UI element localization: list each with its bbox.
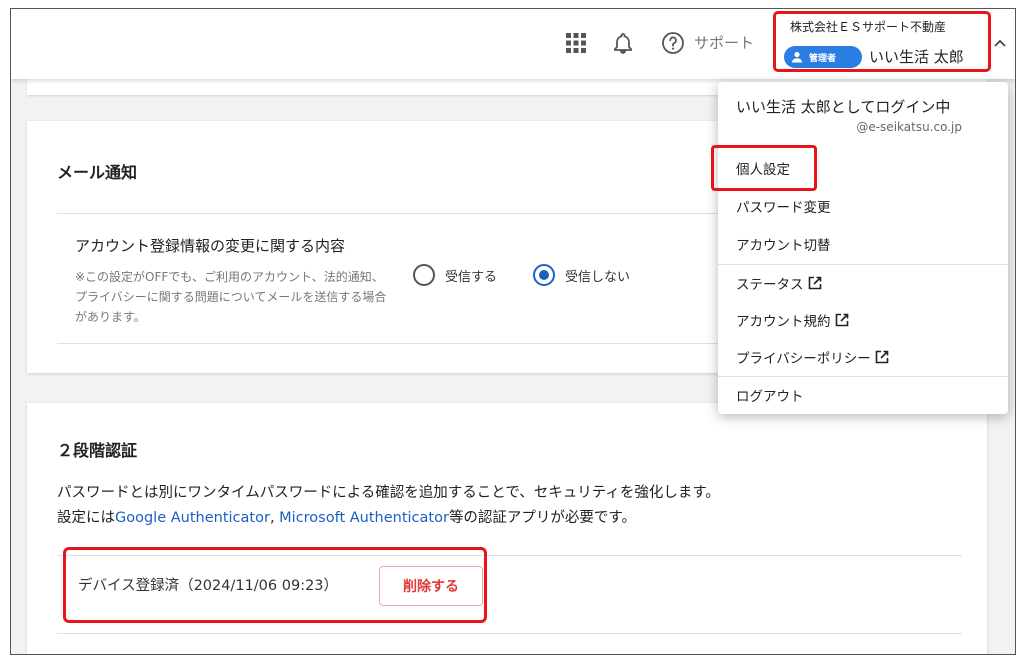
chevron-up-icon[interactable] — [993, 36, 1007, 50]
device-registered-status: デバイス登録済（2024/11/06 09:23） — [78, 578, 339, 594]
company-name: 株式会社ＥＳサポート不動産 — [790, 20, 947, 34]
description-separator: , — [269, 510, 280, 526]
app-window: サポート 株式会社ＥＳサポート不動産 管理者 いい生活 太郎 メール通知 アカウ… — [10, 8, 1016, 655]
device-registration-row: デバイス登録済（2024/11/06 09:23） 削除する — [63, 547, 487, 623]
logged-in-email: @e-seikatsu.co.jp — [856, 120, 962, 134]
radio-receive-circle[interactable] — [413, 264, 435, 286]
highlight-box — [711, 145, 817, 191]
menu-item-label: ログアウト — [736, 389, 804, 405]
radio-receive[interactable]: 受信する — [413, 264, 497, 286]
menu-item-logout[interactable]: ログアウト — [718, 377, 1008, 413]
support-link[interactable]: サポート — [694, 31, 754, 55]
account-dropdown-menu: いい生活 太郎としてログイン中 @e-seikatsu.co.jp 個人設定 パ… — [711, 82, 1008, 414]
description-prefix: 設定には — [57, 510, 115, 526]
description-line-2: 設定にはGoogle Authenticator, Microsoft Auth… — [57, 506, 720, 531]
apps-grid-icon[interactable] — [565, 32, 587, 54]
role-badge-label: 管理者 — [809, 53, 837, 64]
radio-not-receive-label: 受信しない — [565, 269, 631, 285]
account-info-change-heading: アカウント登録情報の変更に関する内容 — [75, 237, 346, 255]
microsoft-authenticator-link[interactable]: Microsoft Authenticator — [279, 510, 449, 526]
mail-notification-title: メール通知 — [57, 163, 138, 182]
description-suffix: 等の認証アプリが必要です。 — [448, 510, 636, 526]
two-factor-auth-description: パスワードとは別にワンタイムパスワードによる確認を追加することで、セキュリティを… — [57, 481, 720, 531]
radio-receive-label: 受信する — [445, 269, 498, 285]
description-line-1: パスワードとは別にワンタイムパスワードによる確認を追加することで、セキュリティを… — [57, 485, 720, 501]
delete-device-button[interactable]: 削除する — [379, 566, 483, 606]
external-link-icon — [808, 276, 821, 290]
external-link-icon — [875, 350, 889, 364]
divider — [57, 633, 962, 634]
menu-item-status[interactable]: ステータス — [718, 265, 1008, 301]
notification-bell-icon[interactable] — [611, 31, 635, 55]
menu-item-switch-account[interactable]: アカウント切替 — [718, 226, 1008, 262]
menu-item-privacy-policy[interactable]: プライバシーポリシー — [718, 339, 1008, 375]
menu-item-account-terms[interactable]: アカウント規約 — [718, 302, 1008, 338]
menu-item-label: アカウント規約 — [736, 314, 831, 330]
menu-item-label: アカウント切替 — [736, 238, 831, 254]
user-name: いい生活 太郎 — [869, 48, 964, 66]
top-header: サポート 株式会社ＥＳサポート不動産 管理者 いい生活 太郎 — [11, 9, 1015, 79]
radio-not-receive-circle[interactable] — [533, 264, 555, 286]
account-switcher[interactable]: 株式会社ＥＳサポート不動産 管理者 いい生活 太郎 — [773, 11, 991, 72]
account-info-change-note: ※この設定がOFFでも、ご利用のアカウント、法的通知、プライバシーに関する問題に… — [75, 270, 387, 324]
two-factor-auth-title: ２段階認証 — [57, 441, 138, 460]
external-link-icon — [835, 313, 848, 327]
google-authenticator-link[interactable]: Google Authenticator — [115, 510, 270, 526]
menu-item-label: プライバシーポリシー — [736, 351, 871, 367]
logged-in-as-text: いい生活 太郎としてログイン中 — [736, 98, 951, 116]
help-circle-icon[interactable] — [661, 31, 685, 55]
radio-not-receive[interactable]: 受信しない — [533, 264, 630, 286]
role-badge: 管理者 — [784, 46, 862, 68]
two-factor-auth-card: ２段階認証 パスワードとは別にワンタイムパスワードによる確認を追加することで、セ… — [27, 403, 987, 654]
menu-item-label: パスワード変更 — [736, 200, 831, 216]
menu-item-change-password[interactable]: パスワード変更 — [718, 188, 1008, 224]
user-icon — [792, 51, 802, 63]
menu-item-label: ステータス — [736, 277, 804, 293]
